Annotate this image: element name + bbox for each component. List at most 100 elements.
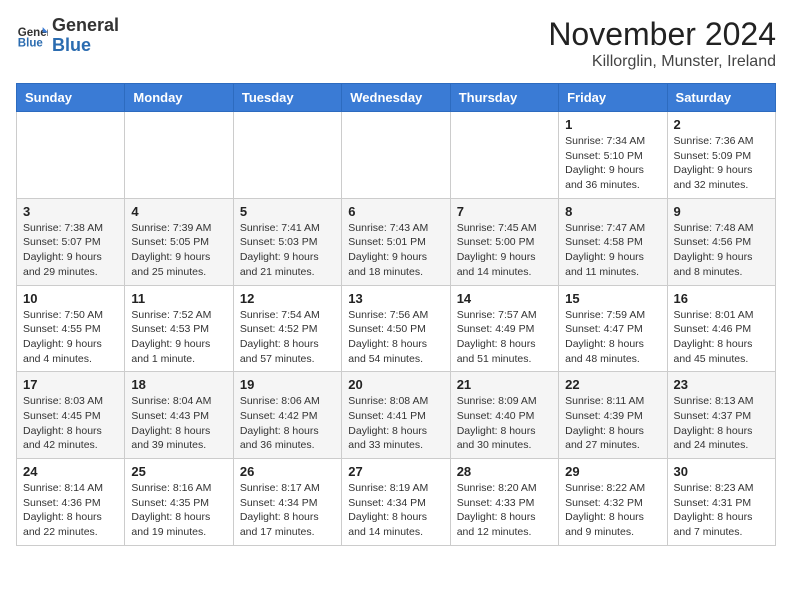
calendar-day-cell: 28Sunrise: 8:20 AM Sunset: 4:33 PM Dayli…	[450, 459, 558, 546]
calendar-day-cell: 2 Sunrise: 7:36 AM Sunset: 5:09 PM Daylig…	[667, 112, 775, 199]
calendar-day-cell: 1 Sunrise: 7:34 AM Sunset: 5:10 PM Daylig…	[559, 112, 667, 199]
weekday-header-cell: Thursday	[450, 84, 558, 112]
weekday-header-cell: Monday	[125, 84, 233, 112]
calendar-day-cell: 19 Sunrise: 8:06 AM Sunset: 4:42 PM Dayli…	[233, 372, 341, 459]
day-info: Sunrise: 7:57 AM Sunset: 4:49 PM Dayligh…	[457, 308, 552, 367]
day-number: 9	[674, 204, 769, 219]
calendar-day-cell	[17, 112, 125, 199]
weekday-header-cell: Friday	[559, 84, 667, 112]
calendar-day-cell: 24Sunrise: 8:14 AM Sunset: 4:36 PM Dayli…	[17, 459, 125, 546]
day-number: 29	[565, 464, 660, 479]
calendar-day-cell: 29 Sunrise: 8:22 AM Sunset: 4:32 PM Dayli…	[559, 459, 667, 546]
calendar-day-cell: 18 Sunrise: 8:04 AM Sunset: 4:43 PM Dayli…	[125, 372, 233, 459]
day-number: 18	[131, 377, 226, 392]
day-info: Sunrise: 7:47 AM Sunset: 4:58 PM Dayligh…	[565, 221, 660, 280]
day-info: Sunrise: 7:34 AM Sunset: 5:10 PM Dayligh…	[565, 134, 660, 193]
day-info: Sunrise: 8:04 AM Sunset: 4:43 PM Dayligh…	[131, 394, 226, 453]
calendar-day-cell	[450, 112, 558, 199]
day-info: Sunrise: 8:13 AM Sunset: 4:37 PM Dayligh…	[674, 394, 769, 453]
day-number: 14	[457, 291, 552, 306]
day-number: 5	[240, 204, 335, 219]
calendar-day-cell: 20 Sunrise: 8:08 AM Sunset: 4:41 PM Dayli…	[342, 372, 450, 459]
subtitle: Killorglin, Munster, Ireland	[548, 53, 776, 71]
calendar-day-cell: 22Sunrise: 8:11 AM Sunset: 4:39 PM Dayli…	[559, 372, 667, 459]
calendar-week-row: 10Sunrise: 7:50 AM Sunset: 4:55 PM Dayli…	[17, 285, 776, 372]
calendar-day-cell: 10Sunrise: 7:50 AM Sunset: 4:55 PM Dayli…	[17, 285, 125, 372]
day-number: 27	[348, 464, 443, 479]
calendar-day-cell: 13 Sunrise: 7:56 AM Sunset: 4:50 PM Dayli…	[342, 285, 450, 372]
weekday-header-row: SundayMondayTuesdayWednesdayThursdayFrid…	[17, 84, 776, 112]
calendar-day-cell: 15 Sunrise: 7:59 AM Sunset: 4:47 PM Dayli…	[559, 285, 667, 372]
calendar-day-cell: 25 Sunrise: 8:16 AM Sunset: 4:35 PM Dayli…	[125, 459, 233, 546]
day-number: 15	[565, 291, 660, 306]
day-info: Sunrise: 7:48 AM Sunset: 4:56 PM Dayligh…	[674, 221, 769, 280]
day-number: 20	[348, 377, 443, 392]
day-info: Sunrise: 8:09 AM Sunset: 4:40 PM Dayligh…	[457, 394, 552, 453]
day-info: Sunrise: 8:08 AM Sunset: 4:41 PM Dayligh…	[348, 394, 443, 453]
day-number: 13	[348, 291, 443, 306]
calendar-day-cell: 27 Sunrise: 8:19 AM Sunset: 4:34 PM Dayli…	[342, 459, 450, 546]
day-info: Sunrise: 8:14 AM Sunset: 4:36 PM Dayligh…	[23, 481, 118, 540]
logo: General Blue General Blue	[16, 16, 119, 56]
day-info: Sunrise: 7:41 AM Sunset: 5:03 PM Dayligh…	[240, 221, 335, 280]
calendar-day-cell: 5 Sunrise: 7:41 AM Sunset: 5:03 PM Daylig…	[233, 198, 341, 285]
day-number: 3	[23, 204, 118, 219]
weekday-header-cell: Sunday	[17, 84, 125, 112]
calendar-day-cell: 6 Sunrise: 7:43 AM Sunset: 5:01 PM Daylig…	[342, 198, 450, 285]
logo-general-text: General	[52, 15, 119, 35]
calendar-day-cell: 11Sunrise: 7:52 AM Sunset: 4:53 PM Dayli…	[125, 285, 233, 372]
day-info: Sunrise: 7:56 AM Sunset: 4:50 PM Dayligh…	[348, 308, 443, 367]
day-info: Sunrise: 8:16 AM Sunset: 4:35 PM Dayligh…	[131, 481, 226, 540]
calendar-day-cell: 9 Sunrise: 7:48 AM Sunset: 4:56 PM Daylig…	[667, 198, 775, 285]
month-title: November 2024	[548, 16, 776, 53]
calendar-day-cell: 30Sunrise: 8:23 AM Sunset: 4:31 PM Dayli…	[667, 459, 775, 546]
day-number: 4	[131, 204, 226, 219]
day-number: 21	[457, 377, 552, 392]
calendar-day-cell: 8Sunrise: 7:47 AM Sunset: 4:58 PM Daylig…	[559, 198, 667, 285]
calendar-day-cell: 16 Sunrise: 8:01 AM Sunset: 4:46 PM Dayli…	[667, 285, 775, 372]
day-number: 17	[23, 377, 118, 392]
calendar-day-cell: 3 Sunrise: 7:38 AM Sunset: 5:07 PM Daylig…	[17, 198, 125, 285]
calendar-day-cell: 26 Sunrise: 8:17 AM Sunset: 4:34 PM Dayli…	[233, 459, 341, 546]
day-info: Sunrise: 7:59 AM Sunset: 4:47 PM Dayligh…	[565, 308, 660, 367]
calendar-day-cell: 4 Sunrise: 7:39 AM Sunset: 5:05 PM Daylig…	[125, 198, 233, 285]
day-info: Sunrise: 8:19 AM Sunset: 4:34 PM Dayligh…	[348, 481, 443, 540]
calendar-day-cell: 21 Sunrise: 8:09 AM Sunset: 4:40 PM Dayli…	[450, 372, 558, 459]
day-info: Sunrise: 7:36 AM Sunset: 5:09 PM Dayligh…	[674, 134, 769, 193]
day-number: 19	[240, 377, 335, 392]
calendar-day-cell	[233, 112, 341, 199]
day-info: Sunrise: 8:17 AM Sunset: 4:34 PM Dayligh…	[240, 481, 335, 540]
day-number: 1	[565, 117, 660, 132]
calendar-day-cell: 7Sunrise: 7:45 AM Sunset: 5:00 PM Daylig…	[450, 198, 558, 285]
day-number: 6	[348, 204, 443, 219]
day-info: Sunrise: 8:01 AM Sunset: 4:46 PM Dayligh…	[674, 308, 769, 367]
day-number: 2	[674, 117, 769, 132]
calendar-week-row: 1 Sunrise: 7:34 AM Sunset: 5:10 PM Daylig…	[17, 112, 776, 199]
day-info: Sunrise: 7:43 AM Sunset: 5:01 PM Dayligh…	[348, 221, 443, 280]
day-number: 10	[23, 291, 118, 306]
svg-text:Blue: Blue	[18, 37, 44, 49]
calendar-day-cell	[125, 112, 233, 199]
day-number: 25	[131, 464, 226, 479]
calendar-day-cell: 14 Sunrise: 7:57 AM Sunset: 4:49 PM Dayli…	[450, 285, 558, 372]
day-number: 23	[674, 377, 769, 392]
day-info: Sunrise: 8:03 AM Sunset: 4:45 PM Dayligh…	[23, 394, 118, 453]
calendar-body: 1 Sunrise: 7:34 AM Sunset: 5:10 PM Daylig…	[17, 112, 776, 546]
day-info: Sunrise: 7:38 AM Sunset: 5:07 PM Dayligh…	[23, 221, 118, 280]
calendar-day-cell: 12 Sunrise: 7:54 AM Sunset: 4:52 PM Dayli…	[233, 285, 341, 372]
calendar-day-cell	[342, 112, 450, 199]
day-info: Sunrise: 8:22 AM Sunset: 4:32 PM Dayligh…	[565, 481, 660, 540]
day-number: 22	[565, 377, 660, 392]
day-number: 30	[674, 464, 769, 479]
day-info: Sunrise: 7:54 AM Sunset: 4:52 PM Dayligh…	[240, 308, 335, 367]
day-info: Sunrise: 7:52 AM Sunset: 4:53 PM Dayligh…	[131, 308, 226, 367]
day-number: 26	[240, 464, 335, 479]
day-info: Sunrise: 7:39 AM Sunset: 5:05 PM Dayligh…	[131, 221, 226, 280]
day-info: Sunrise: 8:06 AM Sunset: 4:42 PM Dayligh…	[240, 394, 335, 453]
weekday-header-cell: Wednesday	[342, 84, 450, 112]
header: General Blue General Blue November 2024 …	[16, 16, 776, 71]
weekday-header-cell: Saturday	[667, 84, 775, 112]
day-info: Sunrise: 7:45 AM Sunset: 5:00 PM Dayligh…	[457, 221, 552, 280]
day-number: 12	[240, 291, 335, 306]
day-number: 16	[674, 291, 769, 306]
